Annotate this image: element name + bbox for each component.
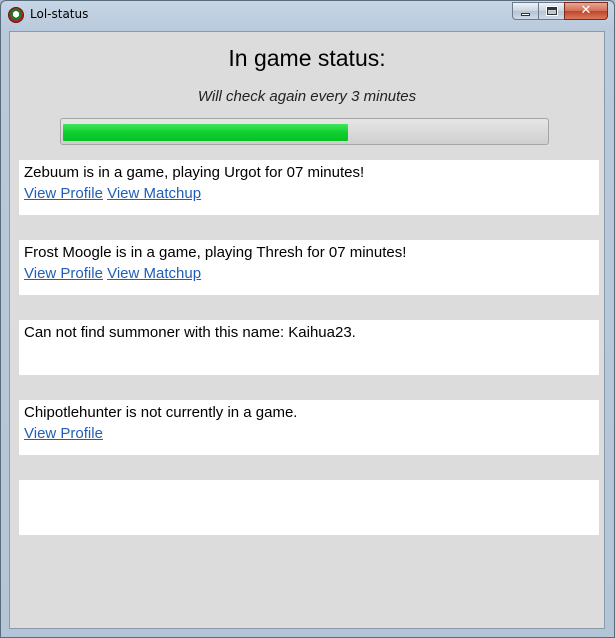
maximize-button[interactable]: [538, 2, 564, 20]
status-links: [24, 343, 594, 364]
view-profile-link[interactable]: View Profile: [24, 185, 103, 202]
minimize-button[interactable]: [512, 2, 538, 20]
view-matchup-link[interactable]: View Matchup: [107, 185, 201, 202]
maximize-icon: [546, 6, 558, 16]
status-links: View Profile View Matchup: [24, 263, 594, 284]
client-area: In game status: Will check again every 3…: [9, 31, 605, 629]
status-card: Chipotlehunter is not currently in a gam…: [19, 400, 599, 455]
view-profile-link[interactable]: View Profile: [24, 265, 103, 282]
close-button[interactable]: ✕: [564, 2, 608, 20]
app-icon[interactable]: [8, 7, 24, 23]
status-links: [24, 503, 594, 524]
status-card: Can not find summoner with this name: Ka…: [19, 320, 599, 375]
app-window: Lol-status ✕ In game status: Will check …: [0, 0, 615, 638]
status-links: View Profile: [24, 423, 594, 444]
minimize-icon: [521, 13, 530, 16]
view-profile-link[interactable]: View Profile: [24, 425, 103, 442]
status-card: Zebuum is in a game, playing Urgot for 0…: [19, 160, 599, 215]
status-card: [19, 480, 599, 535]
status-message: [24, 482, 594, 503]
status-links: View Profile View Matchup: [24, 183, 594, 204]
window-title: Lol-status: [30, 7, 89, 21]
close-icon: ✕: [580, 3, 592, 18]
refresh-interval-text: Will check again every 3 minutes: [197, 88, 417, 105]
status-message: Frost Moogle is in a game, playing Thres…: [24, 244, 407, 261]
title-bar[interactable]: Lol-status ✕: [1, 1, 614, 29]
status-message: Chipotlehunter is not currently in a gam…: [24, 404, 298, 421]
caption-buttons: ✕: [512, 2, 608, 20]
status-message: Can not find summoner with this name: Ka…: [24, 324, 356, 341]
status-message: Zebuum is in a game, playing Urgot for 0…: [24, 164, 365, 181]
view-matchup-link[interactable]: View Matchup: [107, 265, 201, 282]
progress-fill: [63, 124, 348, 141]
refresh-progress-bar: [60, 118, 549, 145]
status-card: Frost Moogle is in a game, playing Thres…: [19, 240, 599, 295]
page-title: In game status:: [228, 45, 386, 71]
